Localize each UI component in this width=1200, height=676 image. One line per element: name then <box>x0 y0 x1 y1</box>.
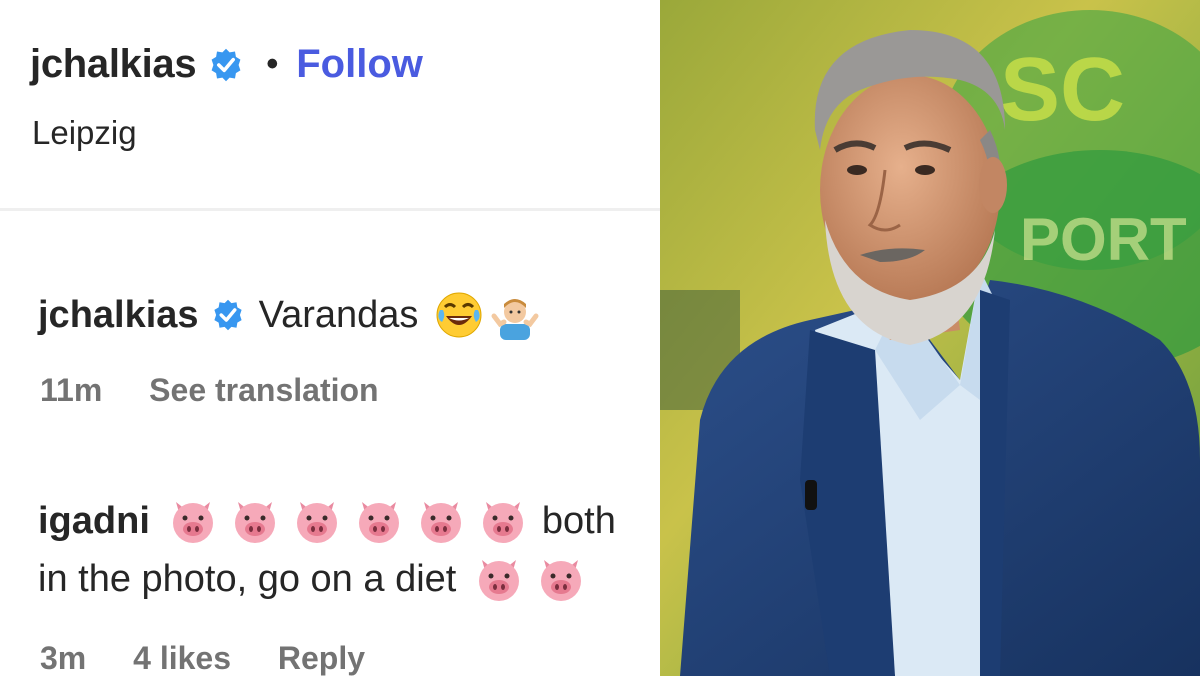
comment-2-meta: 3m 4 likes Reply <box>40 640 403 676</box>
svg-text:PORT: PORT <box>1020 206 1187 273</box>
comment-timestamp: 11m <box>40 372 103 408</box>
comment-timestamp: 3m <box>40 640 87 676</box>
pig-face-icon <box>296 502 337 543</box>
pig-face-icon <box>358 502 399 543</box>
separator-dot: • <box>266 45 279 83</box>
comment-text-line2: in the photo, go on a diet <box>38 557 457 600</box>
see-translation-button[interactable]: See translation <box>149 372 378 408</box>
post-author-row: jchalkias • Follow <box>30 42 423 87</box>
comment-1-meta: 11m See translation <box>40 372 417 409</box>
reply-button[interactable]: Reply <box>278 640 365 676</box>
comment-username[interactable]: igadni <box>38 500 150 543</box>
pig-face-icon <box>479 560 520 601</box>
verified-badge-icon <box>213 299 242 331</box>
comment-1: jchalkias Varandas <box>38 290 540 340</box>
comment-username[interactable]: jchalkias <box>38 294 199 337</box>
tv-studio-photo-illustration: SC PORT <box>660 0 1200 676</box>
comment-text-line1: both <box>541 499 616 542</box>
pig-emoji-group <box>156 496 528 546</box>
comment-2: igadni both in the photo, go on a diet <box>38 496 660 604</box>
svg-text:SC: SC <box>1000 40 1125 140</box>
pig-face-icon <box>541 560 582 601</box>
pig-emoji-group <box>462 554 586 604</box>
likes-count[interactable]: 4 likes <box>133 640 231 676</box>
pig-face-icon <box>420 502 461 543</box>
post-author-username[interactable]: jchalkias <box>30 42 197 87</box>
instagram-post-panel: jchalkias • Follow Leipzig jchalkias Var… <box>0 0 660 676</box>
face-with-tears-of-joy-icon <box>436 292 482 338</box>
follow-button[interactable]: Follow <box>296 42 423 87</box>
tv-studio-photo: SC PORT <box>660 0 1200 676</box>
person-shrugging-icon <box>491 299 539 340</box>
post-location[interactable]: Leipzig <box>32 114 137 152</box>
pig-face-icon <box>172 502 213 543</box>
pig-face-icon <box>482 502 523 543</box>
pig-face-icon <box>234 502 275 543</box>
verified-badge-icon <box>211 48 241 81</box>
post-header: jchalkias • Follow Leipzig <box>0 0 660 211</box>
comment-text: Varandas <box>258 293 419 336</box>
